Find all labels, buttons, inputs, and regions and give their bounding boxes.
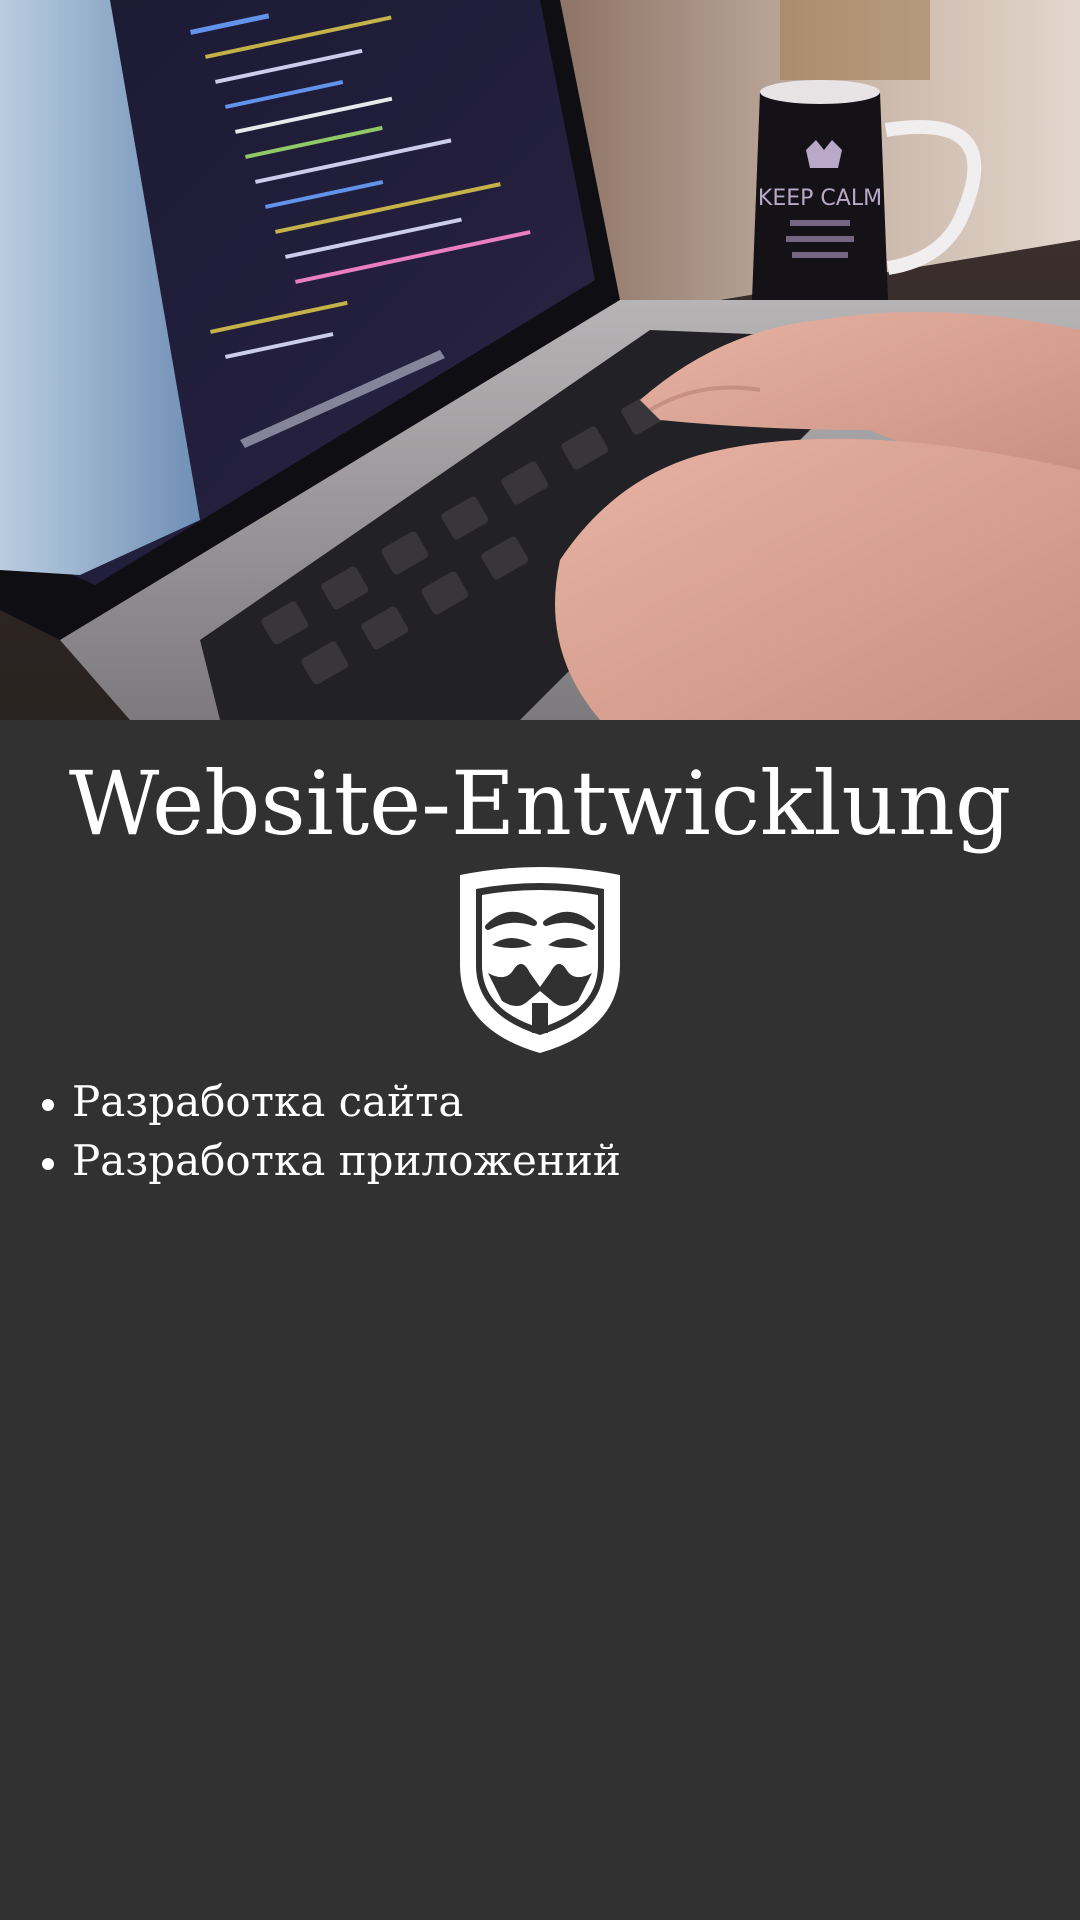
page-title: Website-Entwicklung	[68, 752, 1012, 855]
content-section: Website-Entwicklung Разработка сайта Раз…	[0, 720, 1080, 1920]
hero-image: KEEP CALM	[0, 0, 1080, 720]
svg-text:KEEP CALM: KEEP CALM	[758, 186, 882, 211]
list-item: Разработка сайта	[72, 1072, 621, 1131]
laptop-coding-photo: KEEP CALM	[0, 0, 1080, 720]
guy-fawkes-mask-icon	[448, 865, 632, 1055]
list-item: Разработка приложений	[72, 1131, 621, 1190]
services-list: Разработка сайта Разработка приложений	[0, 1072, 621, 1190]
